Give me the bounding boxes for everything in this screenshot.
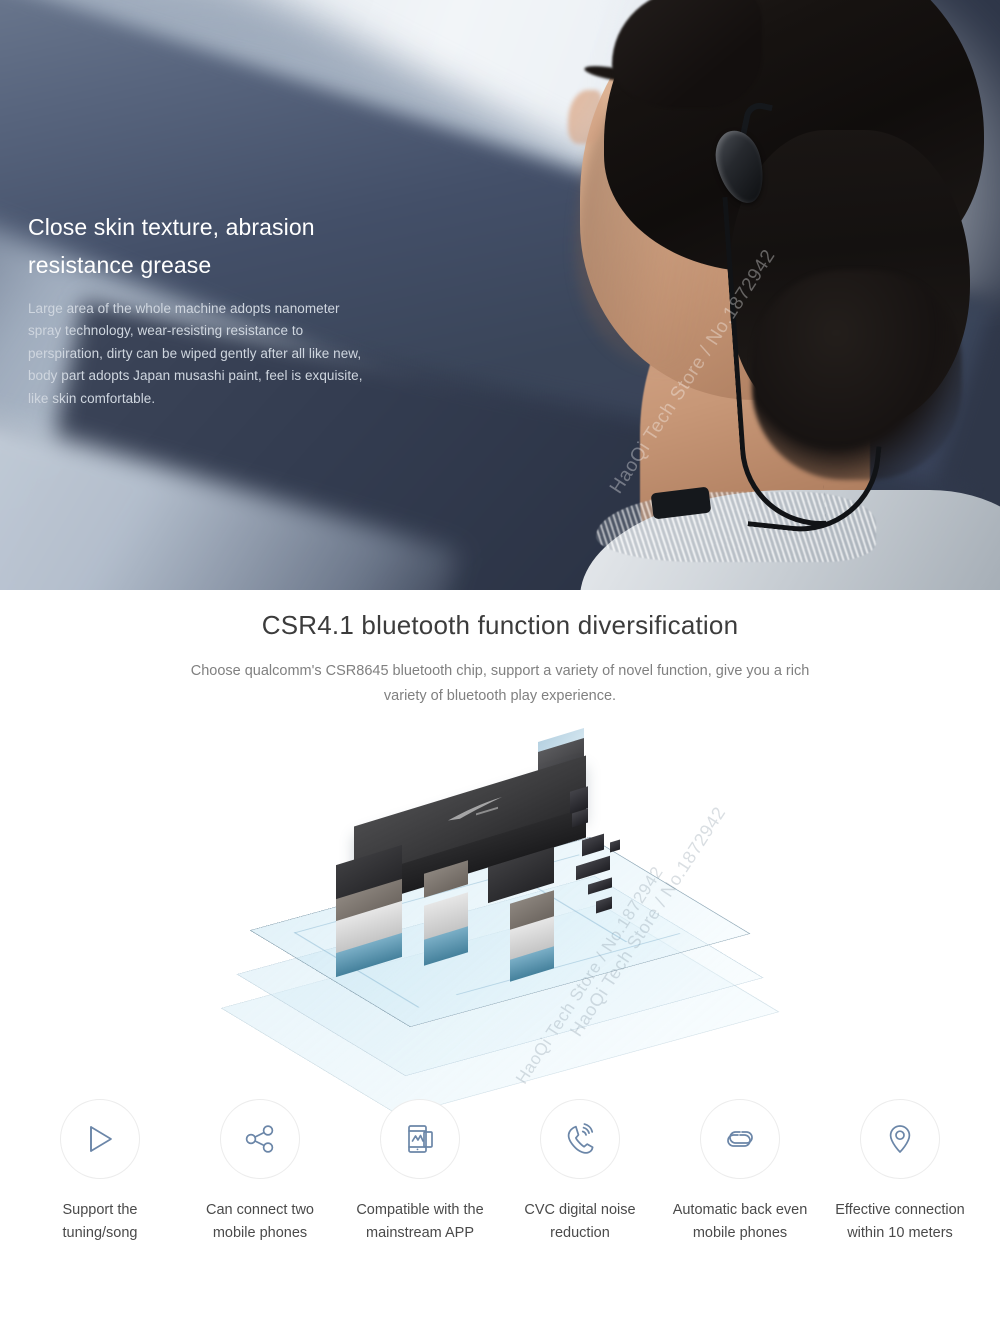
feature-item-tuning[interactable]: Support the tuning/song: [22, 1099, 178, 1245]
hair-fringe: [612, 0, 762, 108]
hero-section: HaoQi Tech Store / No.1872942 Close skin…: [0, 0, 1000, 590]
location-pin-icon: [889, 1125, 911, 1153]
section-subtitle: Choose qualcomm's CSR8645 bluetooth chip…: [190, 663, 810, 704]
hero-body-text: Large area of the whole machine adopts n…: [28, 301, 363, 406]
chip-section: CSR4.1 bluetooth function diversificatio…: [0, 590, 1000, 1117]
feature-label: Support the tuning/song: [62, 1202, 138, 1241]
chip-illustration: HaoQi Tech Store / No.1872942: [0, 727, 1000, 1117]
feature-label: Can connect two mobile phones: [205, 1202, 314, 1241]
feature-icon-circle: [860, 1099, 940, 1179]
feature-label: Effective connection within 10 meters: [835, 1202, 965, 1241]
person-figure: [520, 0, 1000, 590]
feature-item-dual-connect[interactable]: Can connect two mobile phones: [182, 1099, 338, 1245]
section-title: CSR4.1 bluetooth function diversificatio…: [261, 610, 739, 640]
smd-component: [588, 877, 612, 895]
hero-title: Close skin texture, abrasion resistance …: [28, 214, 315, 278]
play-icon: [90, 1126, 112, 1152]
feature-item-app-compatible[interactable]: Compatible with the mainstream APP: [342, 1099, 498, 1245]
smd-component: [596, 896, 612, 914]
mobile-app-icon: [408, 1125, 433, 1153]
feature-label: CVC digital noise reduction: [524, 1202, 636, 1241]
feature-item-range[interactable]: Effective connection within 10 meters: [822, 1099, 978, 1245]
feature-item-auto-reconnect[interactable]: Automatic back even mobile phones: [662, 1099, 818, 1245]
feature-icon-circle: [540, 1099, 620, 1179]
feature-icon-circle: [380, 1099, 460, 1179]
feature-icon-circle: [700, 1099, 780, 1179]
features-row: HaoQi Tech Store / No.1872942 Support th…: [0, 863, 1000, 1245]
share-nodes-icon: [245, 1125, 274, 1153]
phone-call-waves-icon: [567, 1122, 594, 1154]
feature-item-noise-reduction[interactable]: CVC digital noise reduction: [502, 1099, 658, 1245]
feature-icon-circle: [60, 1099, 140, 1179]
chip-components: [320, 727, 680, 989]
hero-copy: Close skin texture, abrasion resistance …: [28, 208, 368, 410]
feature-label: Automatic back even mobile phones: [672, 1202, 808, 1241]
nose: [568, 90, 602, 144]
smd-component: [610, 839, 620, 853]
smd-component: [576, 855, 610, 881]
feature-label: Compatible with the mainstream APP: [356, 1202, 484, 1241]
feature-icon-circle: [220, 1099, 300, 1179]
chain-link-icon: [727, 1131, 753, 1147]
